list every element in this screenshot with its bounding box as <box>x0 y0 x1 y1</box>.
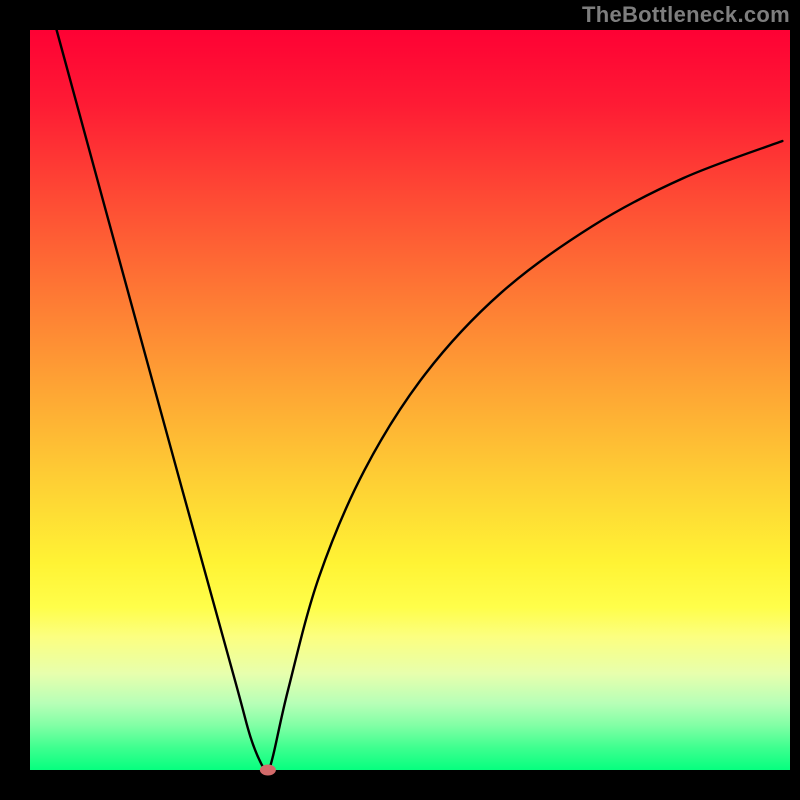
chart-svg <box>0 0 800 800</box>
chart-frame: TheBottleneck.com <box>0 0 800 800</box>
watermark-text: TheBottleneck.com <box>582 2 790 28</box>
optimal-marker <box>260 765 276 776</box>
plot-background <box>30 30 790 770</box>
